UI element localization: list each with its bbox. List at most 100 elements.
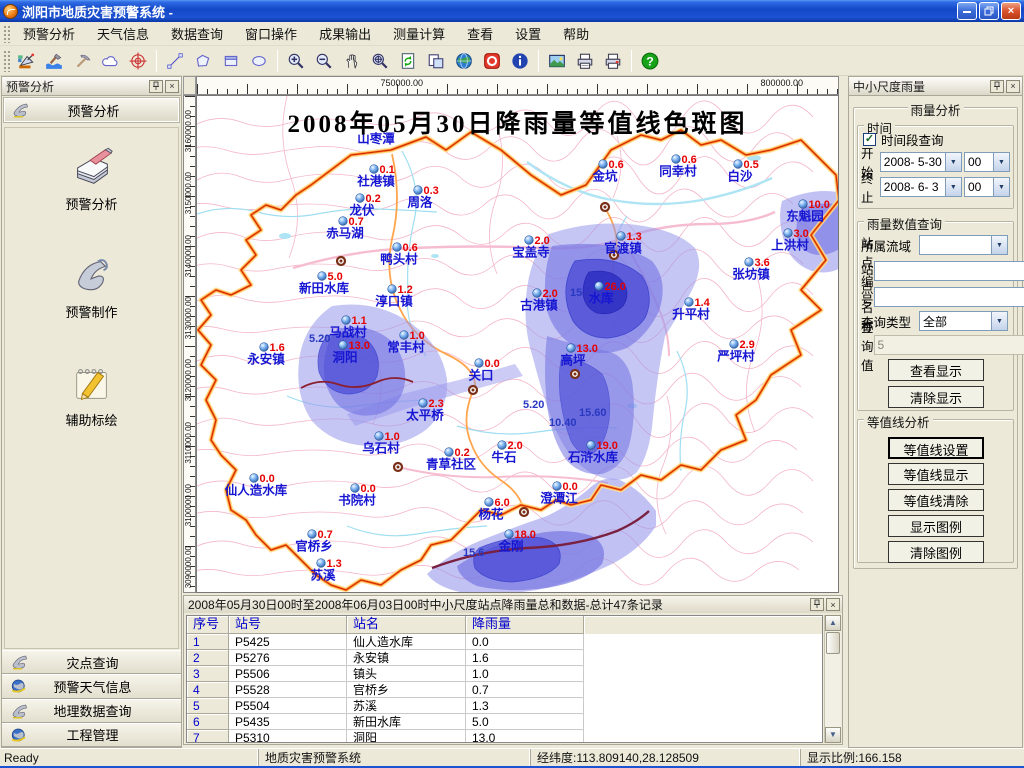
station-marker[interactable]: 1.3苏溪 — [310, 558, 341, 583]
table-row[interactable]: 6P5435新田水库5.0 — [187, 714, 822, 730]
station-marker[interactable]: 0.6鸭头村 — [380, 242, 418, 267]
station-marker[interactable]: 2.0古港镇 — [520, 288, 558, 313]
bottom-panel-close-button[interactable]: × — [826, 598, 840, 611]
ellipse-tool-button[interactable] — [246, 48, 272, 74]
start-date-combo[interactable]: 2008- 5-30 ▼ — [880, 152, 962, 172]
chevron-down-icon[interactable]: ▼ — [993, 178, 1009, 196]
query-type-combo[interactable]: 全部 ▼ — [919, 311, 1008, 331]
info-button[interactable] — [507, 48, 533, 74]
station-marker[interactable]: 6.0杨花 — [478, 497, 509, 522]
zoom-in-button[interactable] — [283, 48, 309, 74]
toolbar-grip[interactable] — [2, 49, 10, 72]
contour-button-4[interactable]: 显示图例 — [888, 515, 984, 537]
chevron-down-icon[interactable]: ▼ — [993, 153, 1009, 171]
table-row[interactable]: 1P5425仙人造水库0.0 — [187, 634, 822, 650]
table-row[interactable]: 2P5276永安镇1.6 — [187, 650, 822, 666]
end-date-combo[interactable]: 2008- 6- 3 ▼ — [880, 177, 962, 197]
station-id-input[interactable] — [874, 261, 1024, 281]
station-marker[interactable]: 0.2青草社区 — [426, 447, 477, 472]
station-marker[interactable]: 0.7赤马湖 — [326, 216, 364, 241]
print-preview-button[interactable] — [600, 48, 626, 74]
tool-warning-analysis[interactable]: 预警分析 — [5, 144, 178, 236]
station-name-input[interactable] — [874, 287, 1024, 307]
right-panel-pin-button[interactable] — [990, 80, 1004, 93]
sidebar-item-disaster-point-query[interactable]: 灾点查询 — [2, 650, 181, 674]
table-row[interactable]: 4P5528官桥乡0.7 — [187, 682, 822, 698]
minimize-button[interactable] — [957, 2, 977, 20]
query-button-1[interactable]: 查看显示 — [888, 359, 984, 381]
rectangle-tool-button[interactable] — [218, 48, 244, 74]
contour-button-1[interactable]: 等值线设置 — [888, 437, 984, 459]
menu-item-9[interactable]: 帮助 — [552, 21, 600, 46]
menu-item-5[interactable]: 成果输出 — [308, 21, 382, 46]
station-marker[interactable]: 0.7官桥乡 — [295, 529, 333, 554]
pick-tool-button[interactable] — [69, 48, 95, 74]
zoom-out-button[interactable] — [311, 48, 337, 74]
chevron-down-icon[interactable]: ▼ — [991, 236, 1007, 254]
pan-hand-button[interactable] — [339, 48, 365, 74]
chevron-down-icon[interactable]: ▼ — [945, 153, 961, 171]
menubar-grip[interactable] — [2, 24, 10, 42]
end-hour-combo[interactable]: 00 ▼ — [964, 177, 1010, 197]
station-marker[interactable]: 2.9严坪村 — [716, 339, 755, 364]
station-marker[interactable]: 0.0澄潭江 — [540, 481, 578, 506]
station-marker[interactable]: 1.6永安镇 — [246, 342, 285, 367]
table-row[interactable]: 7P5310洞阳13.0 — [187, 730, 822, 743]
scroll-down-button[interactable]: ▼ — [825, 727, 841, 743]
basin-combo[interactable]: ▼ — [919, 235, 1008, 255]
refresh-page-button[interactable] — [395, 48, 421, 74]
station-marker[interactable]: 5.0新田水库 — [299, 271, 350, 296]
menu-item-2[interactable]: 天气信息 — [86, 21, 160, 46]
right-panel-close-button[interactable]: × — [1006, 80, 1020, 93]
station-marker[interactable]: 0.6同幸村 — [659, 154, 697, 179]
sidebar-item-warning-weather-info[interactable]: 预警天气信息 — [2, 674, 181, 698]
target-locate-button[interactable] — [125, 48, 151, 74]
left-panel-pin-button[interactable] — [149, 80, 163, 93]
zoom-extent-button[interactable] — [367, 48, 393, 74]
menu-item-8[interactable]: 设置 — [504, 21, 552, 46]
close-button[interactable]: × — [1001, 2, 1021, 20]
contour-button-3[interactable]: 等值线清除 — [888, 489, 984, 511]
tool-warning-make[interactable]: 预警制作 — [5, 252, 178, 344]
bottom-panel-pin-button[interactable] — [810, 598, 824, 611]
column-header-4[interactable]: 降雨量 — [466, 616, 584, 634]
station-marker[interactable]: 2.0牛石 — [491, 440, 522, 465]
cloud-weather-button[interactable] — [97, 48, 123, 74]
help-button[interactable] — [637, 48, 663, 74]
column-header-2[interactable]: 站号 — [229, 616, 347, 634]
sidebar-item-project-manage[interactable]: 工程管理 — [2, 723, 181, 747]
table-row[interactable]: 3P5506镇头1.0 — [187, 666, 822, 682]
station-marker[interactable]: 3.0上洪村 — [771, 228, 809, 253]
left-panel-close-button[interactable]: × — [165, 80, 179, 93]
menu-item-1[interactable]: 预警分析 — [12, 21, 86, 46]
print-button[interactable] — [572, 48, 598, 74]
station-marker[interactable]: 0.0书院村 — [338, 483, 376, 508]
map-canvas[interactable]: 5.20155.2015.6010.4015.6 山枣潭0.1社港镇0.2龙伏0… — [196, 95, 839, 593]
menu-item-6[interactable]: 测量计算 — [382, 21, 456, 46]
column-header-1[interactable]: 序号 — [187, 616, 229, 634]
query-value-input[interactable] — [874, 335, 1024, 355]
table-scrollbar[interactable]: ▲ ▼ — [824, 615, 841, 743]
sidebar-item-geo-data-query[interactable]: 地理数据查询 — [2, 699, 181, 723]
line-tool-button[interactable] — [162, 48, 188, 74]
flood-tool-button[interactable] — [41, 48, 67, 74]
station-marker[interactable]: 0.1社港镇 — [356, 164, 395, 189]
column-header-3[interactable]: 站名 — [347, 616, 466, 634]
start-hour-combo[interactable]: 00 ▼ — [964, 152, 1010, 172]
satellite-dish-button[interactable] — [13, 48, 39, 74]
left-panel-header[interactable]: 预警分析 — [4, 98, 179, 122]
chevron-down-icon[interactable]: ▼ — [991, 312, 1007, 330]
contour-button-2[interactable]: 等值线显示 — [888, 463, 984, 485]
tool-aux-plot[interactable]: 辅助标绘 — [5, 360, 178, 452]
table-row[interactable]: 5P5504苏溪1.3 — [187, 698, 822, 714]
stop-button[interactable] — [479, 48, 505, 74]
image-output-button[interactable] — [544, 48, 570, 74]
scroll-thumb[interactable] — [826, 632, 840, 654]
menu-item-3[interactable]: 数据查询 — [160, 21, 234, 46]
station-marker[interactable]: 0.3周洛 — [407, 185, 438, 210]
scroll-up-button[interactable]: ▲ — [825, 615, 841, 631]
contour-button-5[interactable]: 清除图例 — [888, 541, 984, 563]
restore-button[interactable] — [979, 2, 999, 20]
station-marker[interactable]: 3.6张坊镇 — [732, 257, 770, 282]
station-marker[interactable]: 1.2淳口镇 — [375, 284, 413, 309]
